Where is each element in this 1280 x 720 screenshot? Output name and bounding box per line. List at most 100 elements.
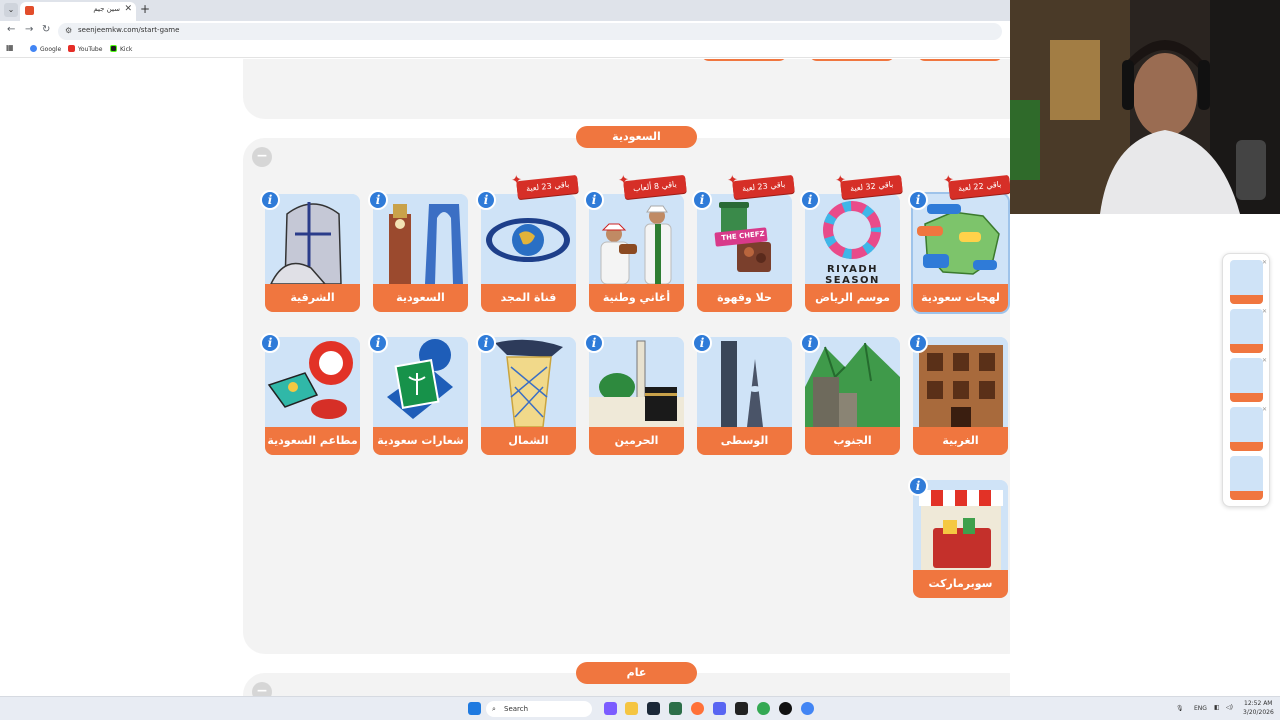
info-icon[interactable]: i [692,333,712,353]
search-icon: ⌕ [492,705,496,713]
category-card[interactable]: السعودية i [368,190,468,312]
close-icon[interactable]: ✕ [1262,260,1268,266]
category-card[interactable]: RIYADH SEASON موسم الرياض i ✦ باقي 32 لعب… [800,173,903,312]
card-label: السعودية [373,284,468,312]
tab-title: سين جيم [93,5,120,13]
category-card[interactable]: الغربية i [908,333,1008,455]
category-card[interactable]: الحرمين i [584,333,684,455]
copilot-icon[interactable] [604,702,617,715]
category-card[interactable]: أغاني وطنية i ✦ باقي 8 ألعاب [584,173,687,312]
taskbar-search[interactable]: ⌕ Search [486,701,592,717]
info-icon[interactable]: i [800,190,820,210]
category-card[interactable]: الجنوب i [800,333,900,455]
firefox-icon[interactable] [691,702,704,715]
ribbon-text: باقي 23 لعبة [741,179,786,194]
info-icon[interactable]: i [908,333,928,353]
northern-tower-icon [481,337,576,427]
card-art [481,337,576,427]
bookmark-kick[interactable]: Kick [110,45,132,53]
sparkle-icon: ✦ [510,172,523,189]
card-art [913,337,1008,427]
discord-icon[interactable] [713,702,726,715]
file-explorer-icon[interactable] [625,702,638,715]
bookmark-youtube[interactable]: YouTube [68,45,102,53]
language-indicator[interactable]: ENG [1194,705,1207,712]
site-info-icon[interactable]: ⚙ [65,26,72,35]
info-icon[interactable]: i [368,333,388,353]
eastern-building-icon [265,194,360,284]
info-icon[interactable]: i [692,190,712,210]
microphone-icon[interactable]: 🎙 [1176,705,1184,712]
apps-grid-icon[interactable]: ▦ [6,43,14,52]
info-icon[interactable]: i [260,333,280,353]
sparkle-icon: ✦ [726,172,739,189]
side-item[interactable] [1230,260,1263,304]
card-art [589,337,684,427]
category-card[interactable]: شعارات سعودية i [368,333,468,455]
info-icon[interactable]: i [908,476,928,496]
google-icon [30,45,37,52]
side-item[interactable] [1230,358,1263,402]
close-icon[interactable]: ✕ [1262,309,1268,315]
browser-tab-bar: ⌄ سين جيم ✕ + [0,0,1010,21]
section-title-pill: السعودية [576,126,697,148]
chrome-profile-icon[interactable] [801,702,814,715]
side-item[interactable] [1230,407,1263,451]
app-icon[interactable] [669,702,682,715]
network-icon[interactable]: ◧ [1214,704,1220,711]
category-card[interactable]: سوبرماركت i [908,476,1008,598]
side-item-label [1230,491,1263,500]
chrome-icon[interactable] [757,702,770,715]
category-card[interactable]: الشمال i [476,333,576,455]
info-icon[interactable]: i [476,190,496,210]
card-art [697,337,792,427]
info-icon[interactable]: i [260,190,280,210]
side-item[interactable] [1230,456,1263,500]
clock-time[interactable]: 12:52 AM [1244,700,1272,707]
reload-icon[interactable]: ↻ [42,24,50,35]
side-item-label [1230,442,1263,451]
card-art [373,337,468,427]
card-label: موسم الرياض [805,284,900,312]
info-icon[interactable]: i [368,190,388,210]
collapse-section-button[interactable]: − [252,682,272,696]
category-card[interactable]: THE CHEFZ حلا وقهوة i ✦ باقي 23 لعبة [692,173,795,312]
info-icon[interactable]: i [584,333,604,353]
card-label: سوبرماركت [913,570,1008,598]
obs-icon[interactable] [779,702,792,715]
category-card[interactable]: قناة المجد i ✦ باقي 23 لعبة [476,173,579,312]
side-item-label [1230,393,1263,402]
category-card[interactable]: الشرقية i [260,190,360,312]
windows-start-icon[interactable] [468,702,481,715]
card-art [913,480,1008,570]
browser-tab[interactable]: سين جيم ✕ [20,2,136,21]
youtube-icon [68,45,75,52]
info-icon[interactable]: i [800,333,820,353]
tab-search-chevron-icon[interactable]: ⌄ [4,3,18,17]
clock-date[interactable]: 3/20/2026 [1243,709,1274,716]
steam-icon[interactable] [647,702,660,715]
info-icon[interactable]: i [584,190,604,210]
info-icon[interactable]: i [476,333,496,353]
back-icon[interactable]: ← [7,24,15,35]
close-icon[interactable]: ✕ [1262,407,1268,413]
close-icon[interactable]: ✕ [1262,358,1268,364]
close-tab-icon[interactable]: ✕ [124,4,132,14]
category-card[interactable]: مطاعم السعودية i [260,333,360,455]
card-art [481,194,576,284]
webcam-overlay [1010,0,1280,214]
terminal-icon[interactable] [735,702,748,715]
bookmark-google[interactable]: Google [30,45,61,53]
category-card[interactable]: لهجات سعودية i ✦ باقي 22 لعبة [908,173,1010,312]
prev-card-edge [809,59,895,61]
volume-icon[interactable]: ◁) [1226,704,1233,711]
forward-icon[interactable]: → [25,24,33,35]
address-bar[interactable]: ⚙ seenjeemkw.com/start-game [58,23,1002,40]
collapse-section-button[interactable]: − [252,147,272,167]
category-card[interactable]: الوسطى i [692,333,792,455]
card-label: الوسطى [697,427,792,455]
side-item[interactable] [1230,309,1263,353]
bookmarks-bar: ▦ Google YouTube Kick [0,42,1010,58]
new-tab-icon[interactable]: + [140,2,150,16]
info-icon[interactable]: i [908,190,928,210]
